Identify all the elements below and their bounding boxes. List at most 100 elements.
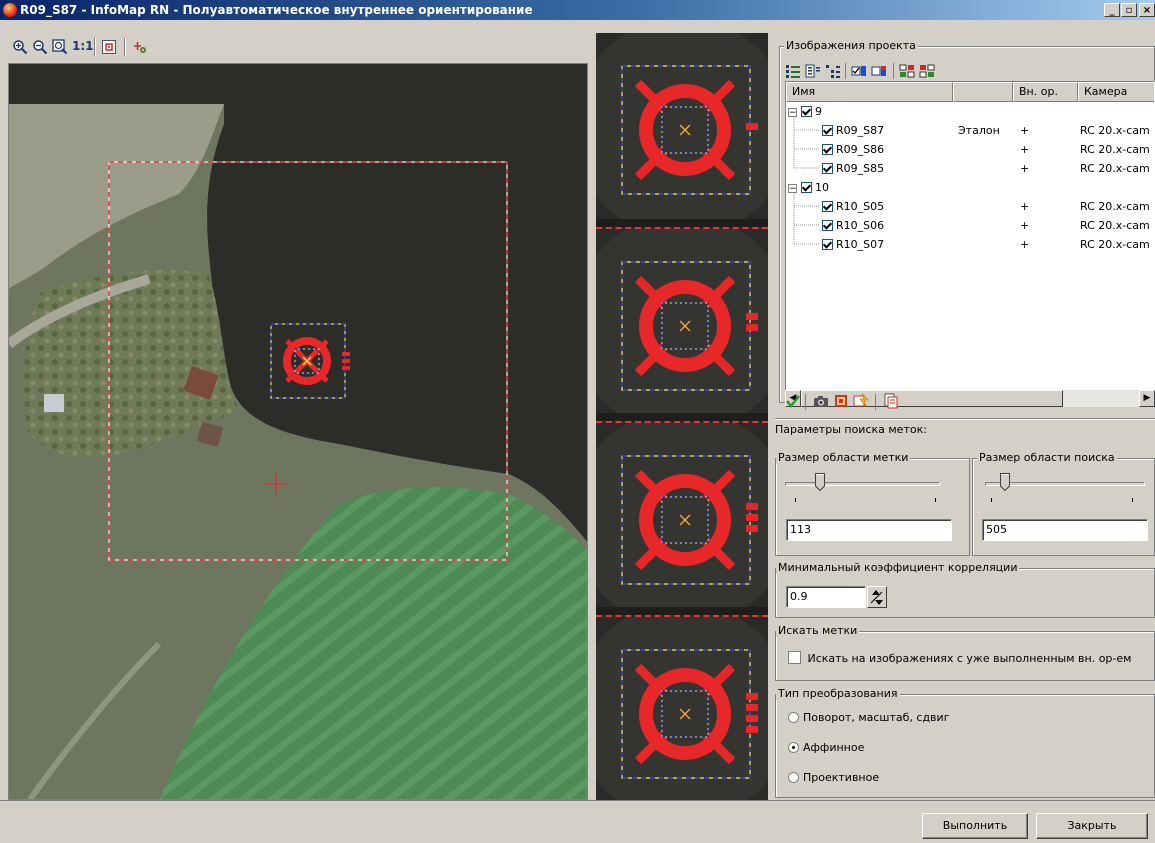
close-button[interactable]: Закрыть <box>1036 813 1148 839</box>
toolbar-separator <box>94 38 96 56</box>
window-title: R09_S87 - InfoMap RN - Полуавтоматическо… <box>20 3 533 17</box>
tree-item-row[interactable]: R09_S85 + RC 20.x-cam <box>822 159 1152 178</box>
mark-properties-icon[interactable] <box>833 393 849 412</box>
close-window-button[interactable]: × <box>1139 3 1155 17</box>
title-bar: R09_S87 - InfoMap RN - Полуавтоматическо… <box>0 0 1155 20</box>
transform-type-legend: Тип преобразования <box>776 687 900 700</box>
mark-area-slider-thumb[interactable] <box>815 473 825 491</box>
mark-thumbnail[interactable] <box>596 421 768 607</box>
search-params-title: Параметры поиска меток: <box>775 423 927 436</box>
main-view-pane: 1:1 <box>8 33 588 800</box>
slider-tick <box>795 498 796 502</box>
search-area-size-input[interactable]: 505 <box>982 519 1148 541</box>
tree-item-row[interactable]: R09_S87 Эталон + RC 20.x-cam <box>822 121 1152 140</box>
image-inner-orientation: + <box>1020 200 1030 213</box>
image-inner-orientation: + <box>1020 143 1030 156</box>
image-name: R10_S06 <box>836 219 885 232</box>
settings-pane: Изображения проекта Имя Вн. ор. Камера −… <box>775 33 1155 800</box>
min-correlation-legend: Минимальный коэффициент корреляции <box>776 561 1020 574</box>
aerial-image-view[interactable] <box>8 63 588 800</box>
tree-item-row[interactable]: R10_S06 + RC 20.x-cam <box>822 216 1152 235</box>
image-inner-orientation: + <box>1020 162 1030 175</box>
radio-button[interactable] <box>788 712 799 723</box>
slider-tick <box>935 498 936 502</box>
find-marks-legend: Искать метки <box>776 624 860 637</box>
tree-item-row[interactable]: R09_S86 + RC 20.x-cam <box>822 140 1152 159</box>
project-images-legend: Изображения проекта <box>784 39 918 52</box>
image-camera: RC 20.x-cam <box>1080 143 1150 156</box>
slider-tick <box>991 498 992 502</box>
toolbar-separator <box>845 63 846 79</box>
column-header-camera[interactable]: Камера <box>1078 82 1154 102</box>
aerial-photo <box>9 64 587 799</box>
min-correlation-input[interactable]: 0.9 <box>786 586 866 608</box>
minimize-button[interactable]: _ <box>1104 3 1120 17</box>
search-area-slider-thumb[interactable] <box>1000 473 1010 491</box>
mark-thumbnail[interactable] <box>596 227 768 413</box>
mark-area-slider[interactable] <box>785 482 940 486</box>
check-selected-icon[interactable] <box>851 63 867 79</box>
details-view-icon[interactable] <box>805 63 821 79</box>
list-view-icon[interactable] <box>785 63 801 79</box>
radio-label: Поворот, масштаб, сдвиг <box>803 711 950 724</box>
run-button[interactable]: Выполнить <box>922 813 1028 839</box>
radio-button[interactable] <box>788 742 799 753</box>
toolbar-separator <box>124 38 126 56</box>
find-marks-checkbox[interactable] <box>788 651 801 664</box>
uncheck-all-icon[interactable] <box>919 63 935 79</box>
uncheck-selected-icon[interactable] <box>871 63 887 79</box>
tree-item-row[interactable]: R10_S07 + RC 20.x-cam <box>822 235 1152 254</box>
mark-thumbnails-panel <box>596 33 768 801</box>
mark-thumbnail[interactable] <box>596 615 768 801</box>
app-logo-icon <box>3 3 17 17</box>
mark-thumbnail[interactable] <box>596 33 768 219</box>
image-inner-orientation: + <box>1020 238 1030 251</box>
image-camera: RC 20.x-cam <box>1080 124 1150 137</box>
radio-label: Аффинное <box>803 741 865 754</box>
image-name: R09_S86 <box>836 143 885 156</box>
maximize-button[interactable]: ▫ <box>1121 3 1137 17</box>
image-role: Эталон <box>958 124 1000 137</box>
check-all-icon[interactable] <box>899 63 915 79</box>
image-camera: RC 20.x-cam <box>1080 162 1150 175</box>
radio-projective[interactable]: Проективное <box>788 771 879 784</box>
image-inner-orientation: + <box>1020 219 1030 232</box>
spin-arrows-icon <box>870 590 883 605</box>
tree-view-icon[interactable] <box>825 63 841 79</box>
divider <box>775 418 1155 420</box>
center-mark-icon[interactable] <box>101 39 117 55</box>
tree-item-row[interactable]: R10_S05 + RC 20.x-cam <box>822 197 1152 216</box>
radio-label: Проективное <box>803 771 880 784</box>
image-camera: RC 20.x-cam <box>1080 200 1150 213</box>
radio-button[interactable] <box>788 772 799 783</box>
zoom-fit-icon[interactable] <box>52 39 68 55</box>
apply-check-icon[interactable] <box>785 393 801 412</box>
column-header-role[interactable] <box>953 82 1013 102</box>
image-name: R10_S05 <box>836 200 885 213</box>
zoom-in-icon[interactable] <box>12 39 28 55</box>
mark-pointer-icon[interactable] <box>132 39 148 55</box>
report-icon[interactable] <box>883 393 899 412</box>
toolbar-separator <box>893 63 894 79</box>
toolbar-separator <box>875 394 876 410</box>
image-camera: RC 20.x-cam <box>1080 238 1150 251</box>
correlation-spin-button[interactable] <box>867 586 887 608</box>
image-inner-orientation: + <box>1020 124 1030 137</box>
actions-toolbar <box>785 393 1155 411</box>
column-header-inner-orientation[interactable]: Вн. ор. <box>1013 82 1078 102</box>
camera-icon[interactable] <box>813 393 829 412</box>
project-images-toolbar <box>785 63 1155 79</box>
image-name: R09_S87 <box>836 124 885 137</box>
divider <box>0 800 1155 801</box>
mark-area-size-input[interactable]: 113 <box>786 519 952 541</box>
zoom-out-icon[interactable] <box>32 39 48 55</box>
search-area-legend: Размер области поиска <box>977 451 1117 464</box>
project-images-list[interactable]: Имя Вн. ор. Камера −9 R09_S87 Эталон + R… <box>785 81 1155 399</box>
auto-search-icon[interactable] <box>853 393 869 412</box>
radio-affine[interactable]: Аффинное <box>788 741 864 754</box>
radio-rotation-scale-shift[interactable]: Поворот, масштаб, сдвиг <box>788 711 949 724</box>
find-marks-checkbox-row[interactable]: Искать на изображениях с уже выполненным… <box>788 651 1131 665</box>
image-camera: RC 20.x-cam <box>1080 219 1150 232</box>
zoom-1to1-icon[interactable]: 1:1 <box>72 39 94 53</box>
find-marks-checkbox-label: Искать на изображениях с уже выполненным… <box>807 652 1132 665</box>
